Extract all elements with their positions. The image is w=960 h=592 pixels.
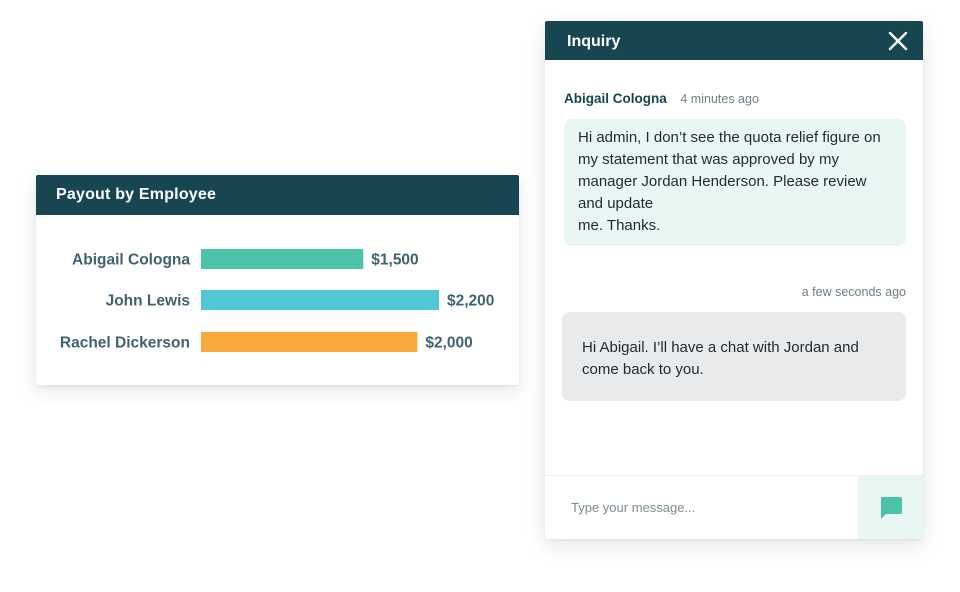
close-button[interactable] bbox=[887, 30, 909, 52]
send-message-button[interactable] bbox=[858, 476, 923, 539]
payout-chart: Abigail Cologna $1,500 John Lewis $2,200 Rac… bbox=[36, 215, 519, 385]
bar bbox=[201, 290, 439, 310]
payout-card-title: Payout by Employee bbox=[36, 175, 519, 215]
bar-label: Abigail Cologna bbox=[72, 252, 190, 269]
chat-bubble-icon bbox=[881, 497, 902, 519]
bar-label: Rachel Dickerson bbox=[60, 335, 190, 352]
payout-bar-chart: Abigail Cologna $1,500 John Lewis $2,200 Rac… bbox=[60, 249, 494, 352]
incoming-message-bubble: Hi admin, I don’t see the quota relief f… bbox=[564, 119, 906, 246]
message-author: Abigail Cologna bbox=[564, 91, 667, 106]
close-icon bbox=[888, 31, 908, 51]
message-composer bbox=[545, 475, 923, 539]
bar-value-label: $1,500 bbox=[371, 252, 418, 269]
message-meta: Abigail Cologna 4 minutes ago bbox=[564, 91, 759, 106]
payout-card: Payout by Employee Abigail Cologna $1,500… bbox=[36, 175, 519, 385]
bar bbox=[201, 332, 418, 352]
outgoing-message-bubble: Hi Abigail. I’ll have a chat with Jordan… bbox=[562, 312, 906, 401]
bar-label: John Lewis bbox=[106, 293, 190, 310]
bar bbox=[201, 249, 364, 269]
bar-value-label: $2,000 bbox=[425, 335, 472, 352]
chat-title: Inquiry bbox=[567, 33, 621, 50]
reply-timestamp: a few seconds ago bbox=[801, 285, 906, 299]
bar-value-label: $2,200 bbox=[447, 293, 494, 310]
chat-header: Inquiry bbox=[545, 21, 923, 60]
message-timestamp: 4 minutes ago bbox=[680, 92, 759, 106]
message-input[interactable] bbox=[545, 476, 858, 539]
inquiry-chat-window: Inquiry Abigail Cologna 4 minutes ago Hi… bbox=[545, 21, 923, 539]
